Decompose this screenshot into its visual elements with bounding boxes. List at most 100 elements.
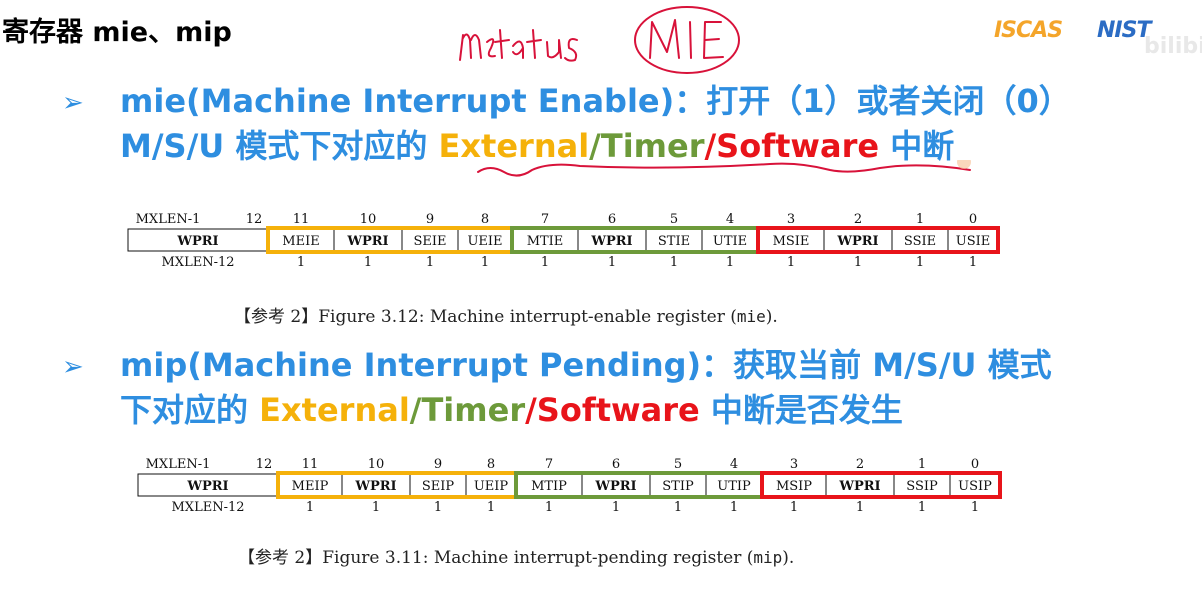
width-label-10: 1 [364,255,372,270]
field-seie: SEIE [413,234,446,249]
width-label-2: 1 [856,500,864,515]
field-usie: USIE [956,234,991,249]
mip-suffix: 中断是否发生 [699,391,903,429]
bullet-arrow-icon: ➢ [62,88,84,118]
bit-label-9: 9 [434,457,442,472]
mip-caption-code: mip [753,548,783,567]
bit-label-8: 8 [487,457,495,472]
field-utie: UTIE [713,234,747,249]
width-label-high: MXLEN-12 [162,255,235,270]
width-label-3: 1 [787,255,795,270]
field-ssip: SSIP [906,479,938,494]
field-wpri: WPRI [590,234,632,249]
width-label-11: 1 [306,500,314,515]
width-label-9: 1 [434,500,442,515]
width-label-9: 1 [426,255,434,270]
underline-annotation [477,160,971,177]
field-mtip: MTIP [531,479,567,494]
logo-nist: NIST [1097,18,1151,43]
bit-label-4: 4 [730,457,738,472]
width-label-5: 1 [674,500,682,515]
width-label-5: 1 [670,255,678,270]
field-seip: SEIP [422,479,455,494]
mip-software: Software [536,391,700,429]
mie-line2-prefix: M/S/U 模式下对应的 [120,127,439,165]
mip-external: External [259,391,410,429]
mip-sep1: / [409,391,422,429]
bit-label-9: 9 [426,212,434,227]
width-label-2: 1 [854,255,862,270]
width-label-10: 1 [372,500,380,515]
slide-title: 寄存器 mie、mip [2,17,232,48]
width-label-4: 1 [730,500,738,515]
handwritten-annotation [459,6,740,74]
bit-label-0: 0 [969,212,977,227]
width-label-0: 1 [971,500,979,515]
width-label-7: 1 [541,255,549,270]
field-ueie: UEIE [467,234,502,249]
bit-label-high: MXLEN-1 [136,212,201,227]
field-meie: MEIE [282,234,319,249]
field-wpri: WPRI [838,479,880,494]
width-label-11: 1 [297,255,305,270]
wpri-high-label: WPRI [176,234,218,249]
width-label-4: 1 [726,255,734,270]
mip-line2-prefix: 下对应的 [120,391,260,429]
bit-label-7: 7 [545,457,553,472]
field-wpri: WPRI [594,479,636,494]
bit-label-5: 5 [674,457,682,472]
bit-label-3: 3 [787,212,795,227]
bit-label-high: MXLEN-1 [146,457,211,472]
width-label-high: MXLEN-12 [172,500,245,515]
bit-label-12: 12 [246,212,263,227]
field-wpri: WPRI [836,234,878,249]
bit-label-6: 6 [608,212,616,227]
field-usip: USIP [958,479,992,494]
bit-label-10: 10 [360,212,377,227]
mie-caption-suffix: ). [765,307,778,327]
field-msie: MSIE [773,234,810,249]
mip-sep2: / [525,391,537,429]
mie-caption-prefix: 【参考 2】Figure 3.12: Machine interrupt-ena… [234,307,737,327]
logo: ISCAS NIST bilibili [994,18,1202,59]
width-label-0: 1 [969,255,977,270]
mie-caption: 【参考 2】Figure 3.12: Machine interrupt-ena… [234,302,778,327]
bit-label-7: 7 [541,212,549,227]
bit-label-11: 11 [293,212,310,227]
width-label-7: 1 [545,500,553,515]
mie-register-figure: WPRIMXLEN-1MXLEN-1212MEIE111WPRI101SEIE9… [127,212,1000,270]
bit-label-0: 0 [971,457,979,472]
mip-caption-suffix: ). [782,548,795,568]
bit-label-2: 2 [854,212,862,227]
bit-label-8: 8 [481,212,489,227]
bit-label-11: 11 [302,457,319,472]
bit-label-4: 4 [726,212,734,227]
field-ueip: UEIP [474,479,509,494]
mie-caption-code: mie [736,307,766,326]
bit-label-6: 6 [612,457,620,472]
mie-line1: mie(Machine Interrupt Enable)：打开（1）或者关闭（… [120,82,1071,120]
field-msip: MSIP [776,479,812,494]
width-label-3: 1 [790,500,798,515]
bullet-arrow-icon: ➢ [62,352,84,382]
field-meip: MEIP [292,479,329,494]
wpri-high-label: WPRI [186,479,228,494]
width-label-8: 1 [481,255,489,270]
logo-iscas: ISCAS [994,18,1063,43]
bit-label-12: 12 [256,457,273,472]
field-wpri: WPRI [346,234,388,249]
mip-caption-prefix: 【参考 2】Figure 3.11: Machine interrupt-pen… [238,548,754,568]
field-ssie: SSIE [904,234,936,249]
mip-caption: 【参考 2】Figure 3.11: Machine interrupt-pen… [238,543,794,568]
width-label-1: 1 [918,500,926,515]
bit-label-1: 1 [916,212,924,227]
mip-timer: Timer [421,391,526,429]
width-label-8: 1 [487,500,495,515]
mip-line2: 下对应的 External/Timer/Software 中断是否发生 [120,388,903,432]
bit-label-2: 2 [856,457,864,472]
bit-label-10: 10 [368,457,385,472]
bit-label-3: 3 [790,457,798,472]
width-label-6: 1 [608,255,616,270]
field-utip: UTIP [717,479,751,494]
width-label-6: 1 [612,500,620,515]
